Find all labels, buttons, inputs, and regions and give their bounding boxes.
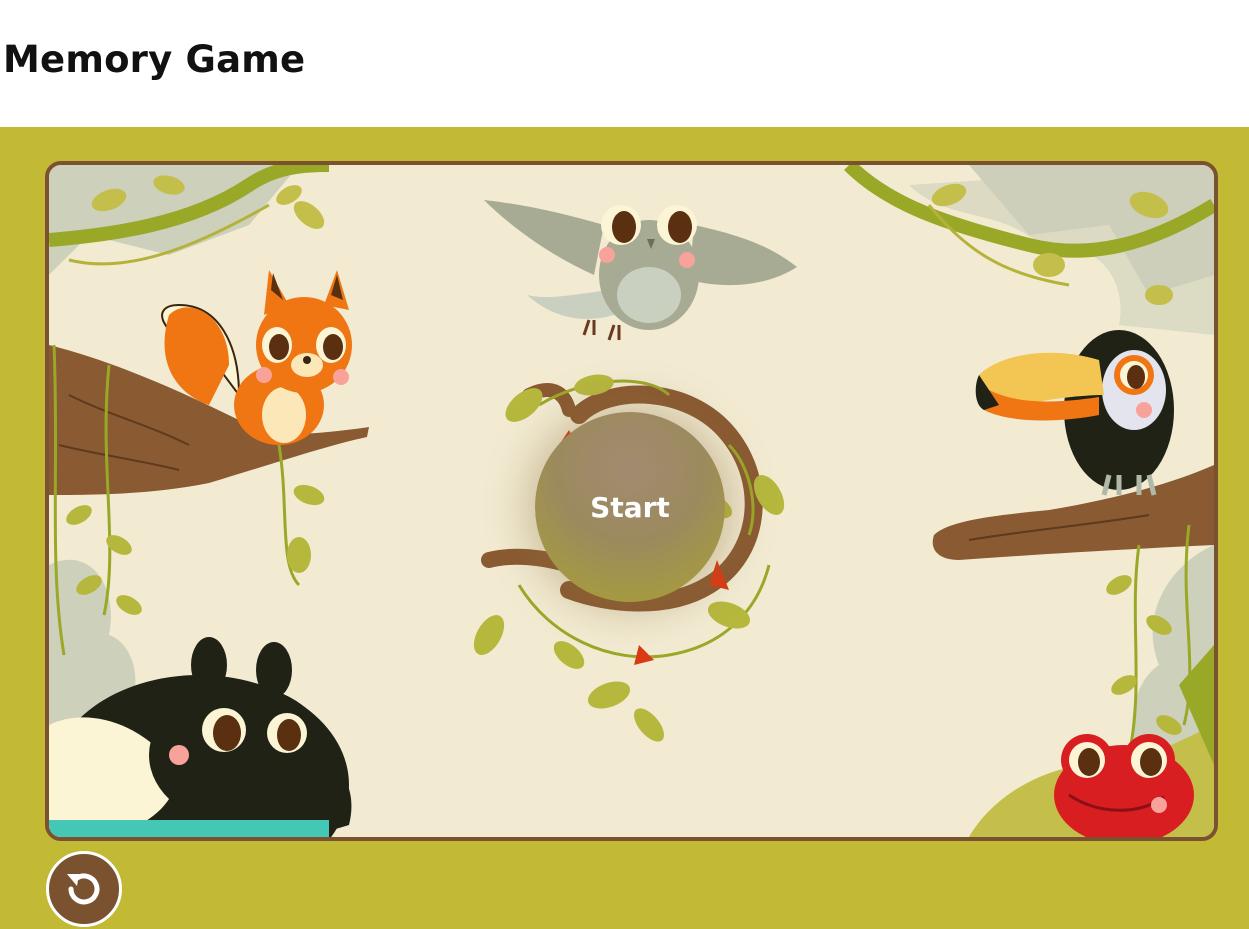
page-title: Memory Game <box>3 38 306 81</box>
game-frame: Start <box>0 127 1249 929</box>
restart-icon <box>67 873 100 905</box>
right-branch <box>932 465 1214 560</box>
owl-illustration <box>484 200 797 341</box>
game-board: Start <box>45 161 1218 841</box>
restart-button[interactable] <box>46 851 122 927</box>
start-button[interactable]: Start <box>535 412 725 602</box>
toucan-illustration <box>975 330 1174 496</box>
